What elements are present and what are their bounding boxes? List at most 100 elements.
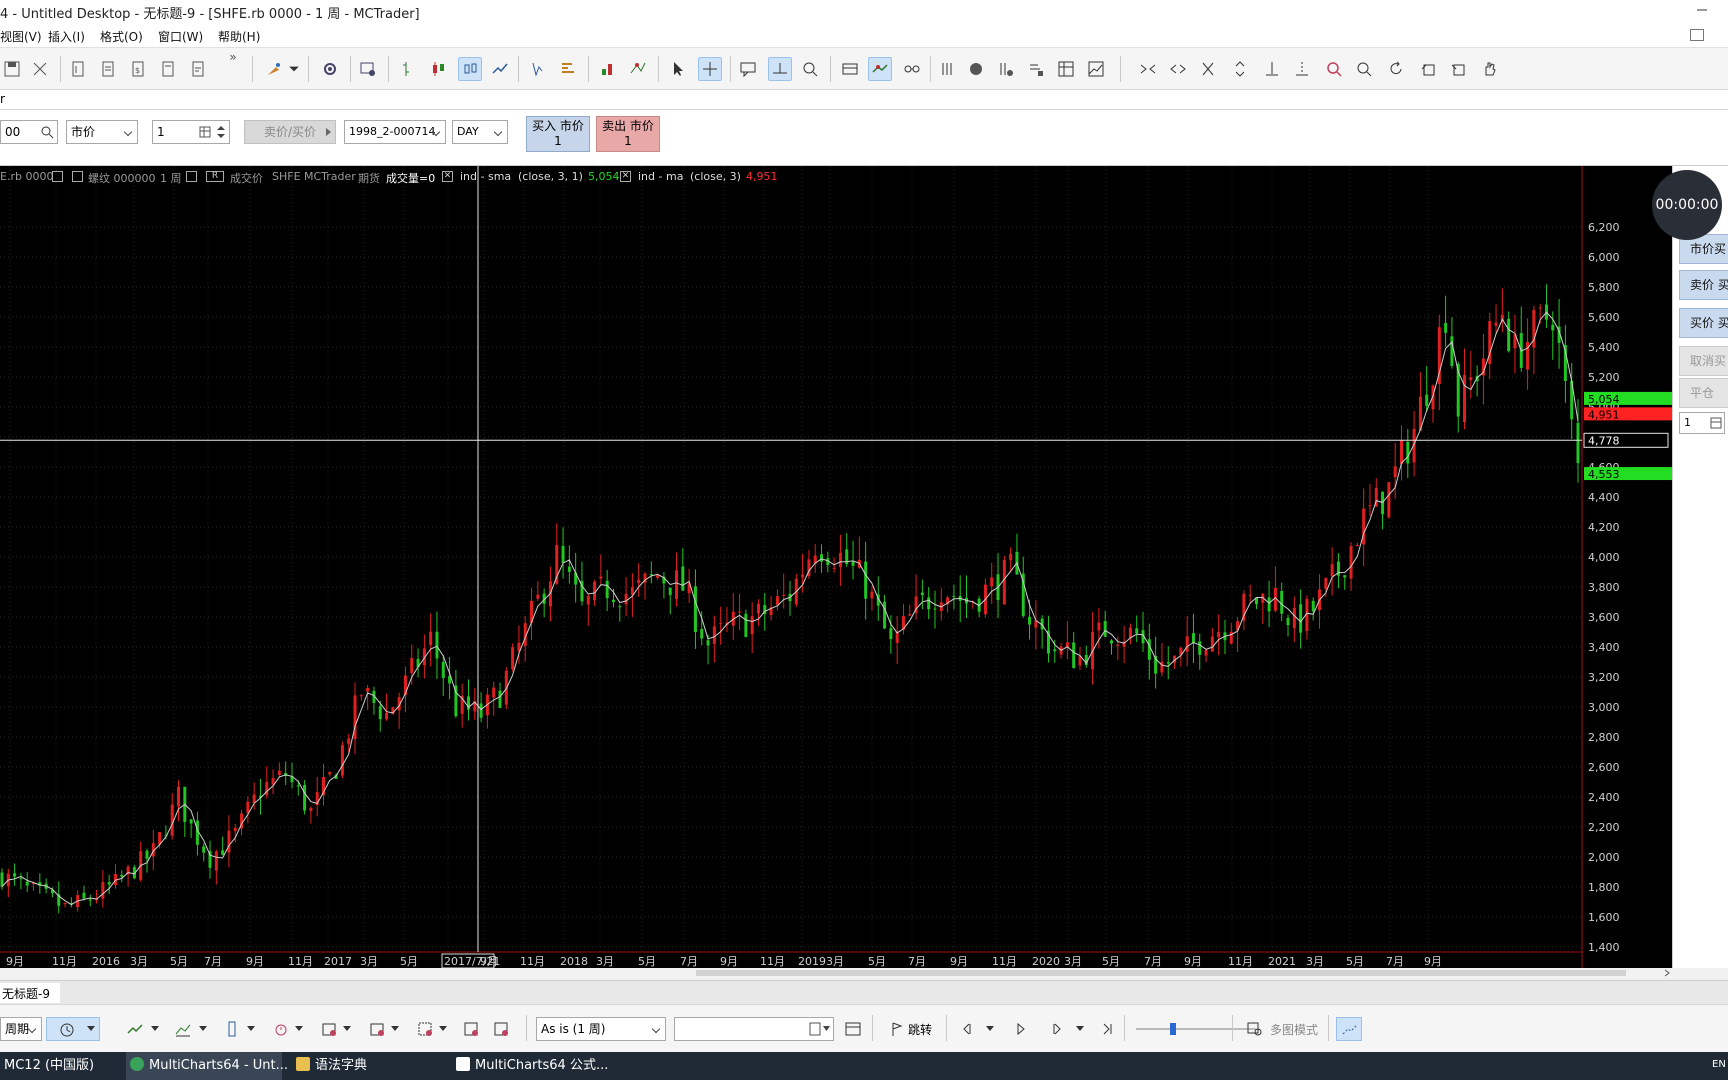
session-dropdown-icon[interactable] (342, 1018, 352, 1040)
redo-icon[interactable] (1446, 57, 1470, 81)
slider-handle[interactable] (1170, 1023, 1176, 1035)
chart-canvas[interactable]: 1,400 1,600 1,800 2,000 2,200 2,400 2,600 2,800… (0, 166, 1672, 968)
panel-calculator-icon[interactable] (1710, 417, 1722, 429)
tif-select[interactable]: DAY (452, 120, 508, 144)
format-brush-icon[interactable] (262, 57, 286, 81)
data-window-icon[interactable] (838, 57, 862, 81)
goto-flag-icon[interactable] (886, 1018, 908, 1040)
bar-indicator-dropdown-icon[interactable] (198, 1018, 208, 1040)
compress-vertical-icon[interactable] (1196, 57, 1220, 81)
expand-horizontal-icon[interactable] (1166, 57, 1190, 81)
bar-chart-icon[interactable] (396, 57, 420, 81)
account-select[interactable]: 1998_2-000714 (344, 120, 446, 144)
menu-insert[interactable]: 插入(I) (48, 28, 85, 45)
sell-market-button[interactable]: 卖出 市价 1 (596, 116, 660, 152)
insert-indicator-icon[interactable] (596, 57, 620, 81)
tick-chart-icon[interactable] (936, 57, 960, 81)
track-mode-icon[interactable] (868, 57, 892, 81)
bars-gear-icon[interactable] (994, 57, 1018, 81)
chart-horizontal-scrollbar[interactable] (0, 968, 1672, 978)
scrollbar-thumb[interactable] (696, 970, 1626, 976)
grid-alert-icon[interactable] (414, 1018, 436, 1040)
line-chart-icon[interactable] (488, 57, 512, 81)
shift-down-icon[interactable] (1290, 57, 1314, 81)
buy-market-button[interactable]: 买入 市价 1 (526, 116, 590, 152)
clock-button[interactable] (46, 1017, 100, 1041)
toolbar-overflow-icon[interactable]: » (224, 48, 242, 66)
point-figure-icon[interactable] (526, 57, 550, 81)
zoom-in-icon[interactable] (1322, 57, 1346, 81)
date-dropdown-icon[interactable] (809, 1022, 831, 1036)
status-dropdown-2-icon[interactable] (72, 171, 83, 182)
play-icon[interactable] (1010, 1018, 1032, 1040)
crosshair-icon[interactable] (698, 57, 722, 81)
prev-dropdown-icon[interactable] (984, 1018, 996, 1040)
line-drawing-icon[interactable] (124, 1018, 146, 1040)
next-bar-icon[interactable] (1046, 1018, 1068, 1040)
status-r-icon[interactable]: R (206, 171, 224, 182)
close-position-button[interactable]: 平仓 (1679, 378, 1728, 408)
scale-mode-select[interactable]: As is (1 周) (536, 1017, 666, 1041)
menu-window[interactable]: 窗口(W) (158, 28, 203, 45)
date-jump-input[interactable] (674, 1017, 834, 1041)
insert-strategy-icon[interactable] (626, 57, 650, 81)
symbol-input[interactable]: 00 (0, 120, 58, 144)
close-ind2-icon[interactable]: ✕ (620, 171, 631, 182)
search-icon[interactable] (40, 125, 54, 139)
refresh-icon[interactable] (1384, 57, 1408, 81)
price-chart[interactable]: 1,400 1,600 1,800 2,000 2,200 2,400 2,600 2,800… (0, 166, 1672, 968)
zoom-out-icon[interactable] (1352, 57, 1376, 81)
goto-label[interactable]: 跳转 (908, 1021, 932, 1038)
menu-view[interactable]: 视图(V) (0, 28, 42, 45)
quantity-stepper[interactable]: 1 (152, 120, 230, 144)
panel-quantity-input[interactable]: 1 (1679, 412, 1725, 434)
glasses-icon[interactable] (900, 57, 924, 81)
draw-pen-icon[interactable] (28, 57, 52, 81)
calculator-icon[interactable] (199, 126, 211, 138)
period-select[interactable]: 周期 (0, 1017, 42, 1041)
multichart-mode-label[interactable]: 多图模式 (1270, 1021, 1318, 1038)
compress-horizontal-icon[interactable] (1136, 57, 1160, 81)
cancel-buy-button[interactable]: 取消买 (1679, 346, 1728, 376)
multichart-icon[interactable] (1244, 1018, 1266, 1040)
grid-alert-dropdown-icon[interactable] (438, 1018, 448, 1040)
alarm-dropdown-icon[interactable] (294, 1018, 304, 1040)
stop-grid-icon[interactable] (490, 1018, 512, 1040)
calendar-icon[interactable] (366, 1018, 388, 1040)
new-scanner-icon[interactable] (156, 57, 180, 81)
rectangle-dropdown-icon[interactable] (246, 1018, 256, 1040)
menu-help[interactable]: 帮助(H) (218, 28, 260, 45)
stepper-arrows-icon[interactable] (215, 123, 227, 141)
undo-icon[interactable] (1416, 57, 1440, 81)
bid-buy-button[interactable]: 卖价 买 (1679, 270, 1728, 300)
task-multicharts-editor[interactable]: MultiCharts64 公式... (452, 1052, 612, 1080)
settings-gear-icon[interactable] (318, 57, 342, 81)
tray-language[interactable]: EN (1712, 1059, 1726, 1070)
pointer-icon[interactable] (666, 57, 690, 81)
new-document-icon[interactable] (96, 57, 120, 81)
line-drawing-dropdown-icon[interactable] (150, 1018, 160, 1040)
expand-vertical-icon[interactable] (1228, 57, 1252, 81)
scroll-right-icon[interactable] (1662, 968, 1672, 978)
shift-up-icon[interactable] (1260, 57, 1284, 81)
status-dropdown-1-icon[interactable] (52, 171, 63, 182)
zoom-chart-icon[interactable] (798, 57, 822, 81)
chart-settings-icon[interactable] (356, 57, 380, 81)
hollow-candle-icon[interactable] (458, 57, 482, 81)
prev-bar-icon[interactable] (956, 1018, 978, 1040)
sheet-tab[interactable]: 无标题-9 (0, 983, 60, 1003)
session-icon[interactable] (318, 1018, 340, 1040)
alarm-icon[interactable] (270, 1018, 292, 1040)
volume-profile-icon[interactable] (556, 57, 580, 81)
bar-indicator-icon[interactable] (172, 1018, 194, 1040)
tab-label[interactable]: r (0, 92, 5, 106)
menu-format[interactable]: 格式(O) (100, 28, 143, 45)
calendar-dropdown-icon[interactable] (390, 1018, 400, 1040)
performance-report-icon[interactable] (1084, 57, 1108, 81)
close-ind1-icon[interactable]: ✕ (442, 171, 453, 182)
rectangle-tool-icon[interactable] (222, 1018, 244, 1040)
ask-buy-button[interactable]: 买价 买 (1679, 308, 1728, 338)
save-icon[interactable] (0, 57, 24, 81)
task-mc12[interactable]: MC12 (中国版) (0, 1052, 124, 1080)
date-calc-icon[interactable] (842, 1018, 864, 1040)
